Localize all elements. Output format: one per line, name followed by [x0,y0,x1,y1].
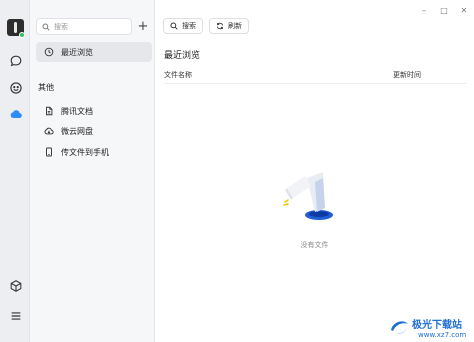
smile-icon[interactable] [8,80,23,95]
empty-state-text: 没有文件 [300,241,329,249]
refresh-icon [216,22,224,30]
sidebar-item-tencent-docs[interactable]: 腾讯文档 [36,101,152,121]
search-button[interactable]: 搜索 [163,18,203,34]
sidebar-item-recent[interactable]: 最近浏览 [36,42,152,62]
refresh-button[interactable]: 刷新 [209,18,249,34]
sidebar-search-box[interactable] [36,18,132,35]
sidebar-item-label: 微云网盘 [61,126,93,136]
sidebar-item-send-to-phone[interactable]: 传文件到手机 [36,142,152,162]
empty-state-illustration [283,172,333,220]
sidebar-item-label: 最近浏览 [61,47,93,57]
cube-icon[interactable] [8,278,23,293]
chat-icon[interactable] [8,53,23,68]
search-icon [170,22,178,30]
document-icon [46,106,53,116]
online-status-dot [19,32,25,38]
header-divider [164,83,467,84]
menu-icon[interactable] [8,308,23,323]
sidebar-item-label: 腾讯文档 [61,106,93,116]
main-panel: – □ ✕ 搜索 刷新 最近浏览 文件名称 更新时间 没有文件 [155,0,474,342]
refresh-button-label: 刷新 [228,22,242,30]
left-rail [0,0,30,342]
cloud-drive-icon [44,127,54,135]
watermark: 极光下载站 www.xz7.com [386,312,474,342]
column-header-updated[interactable]: 更新时间 [393,70,421,80]
phone-icon [46,147,52,157]
add-button[interactable]: + [136,19,150,33]
sidebar-item-label: 传文件到手机 [61,147,109,157]
close-button[interactable]: ✕ [459,5,469,15]
cloud-icon[interactable] [8,106,23,121]
sidebar: + 最近浏览 其他 腾讯文档 微云网盘 传文件到手机 [30,0,155,342]
column-header-name[interactable]: 文件名称 [164,70,192,80]
clock-icon [44,47,54,57]
sidebar-search-input[interactable] [54,22,124,31]
section-title-other: 其他 [38,83,54,92]
sidebar-item-weiyun[interactable]: 微云网盘 [36,121,152,141]
page-title: 最近浏览 [164,51,201,61]
search-icon [42,22,50,31]
watermark-logo-icon [391,321,408,334]
watermark-title: 极光下载站 [412,320,462,331]
watermark-url: www.xz7.com [418,331,467,339]
search-button-label: 搜索 [182,22,196,30]
maximize-button[interactable]: □ [439,5,449,15]
minimize-button[interactable]: – [419,5,429,15]
window-controls: – □ ✕ [419,5,469,15]
